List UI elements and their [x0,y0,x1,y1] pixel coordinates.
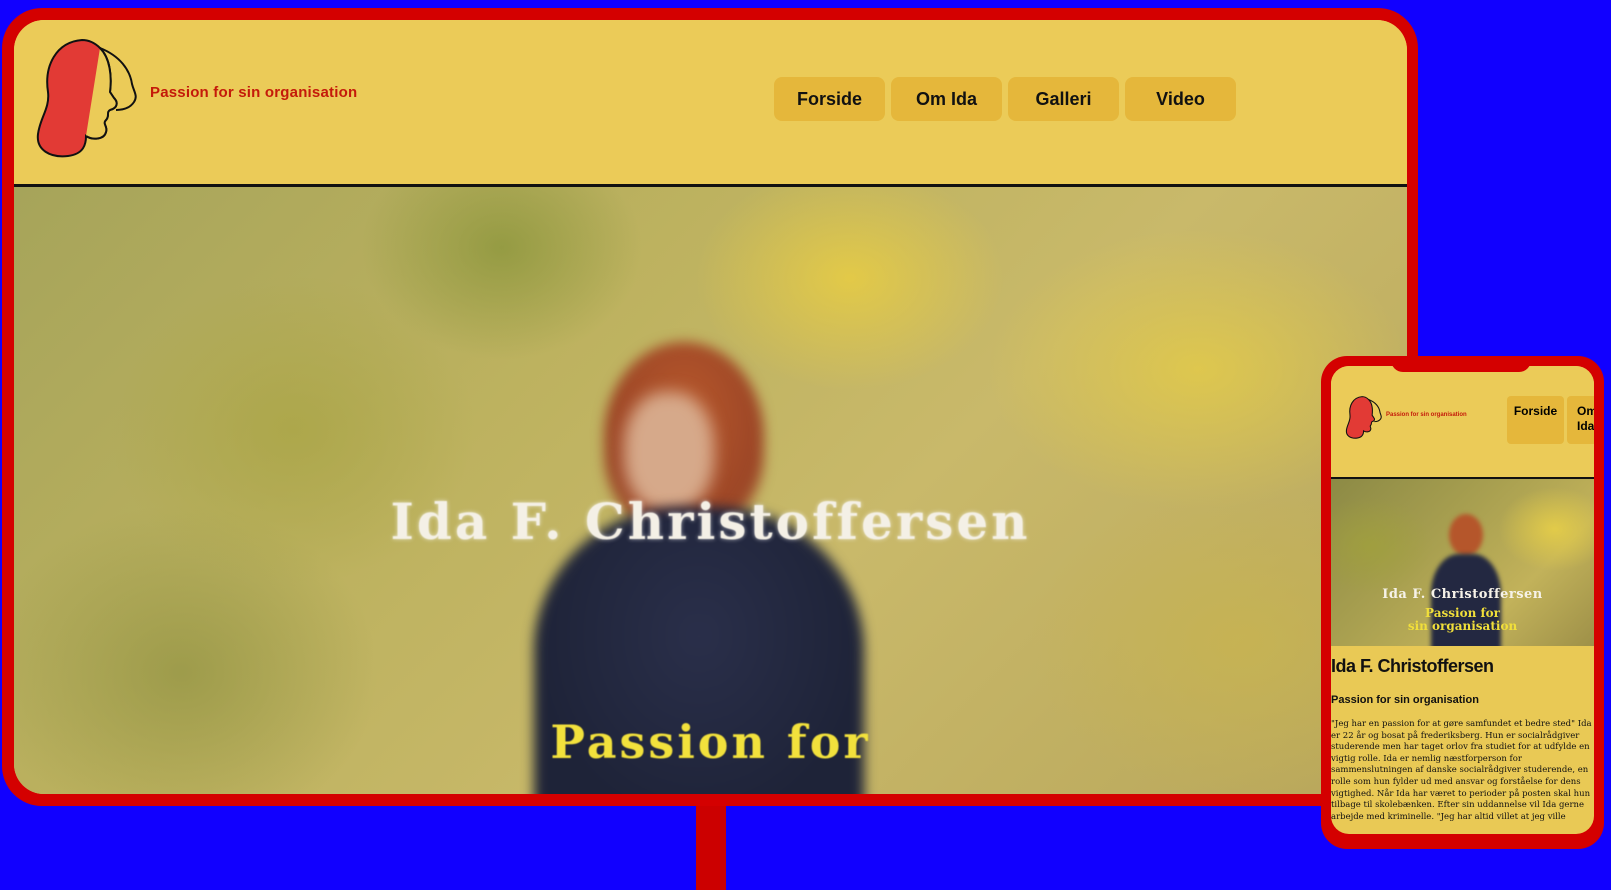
phone-hero-subtitle: Passion for sin organisation [1331,607,1594,633]
site-tagline: Passion for sin organisation [150,84,358,101]
phone-header: Passion for sin organisation Forside Om … [1331,366,1594,479]
phone-mockup: Passion for sin organisation Forside Om … [1321,356,1604,849]
logo-icon[interactable] [34,36,146,158]
phone-nav-forside[interactable]: Forside [1507,396,1564,444]
phone-nav-om-ida[interactable]: Om Ida [1567,396,1594,444]
monitor-stand [696,800,726,890]
hero-title: Ida F. Christoffersen [390,492,1031,551]
site-header: Passion for sin organisation Forside Om … [14,20,1407,187]
desktop-screen: Passion for sin organisation Forside Om … [14,20,1407,794]
desktop-mockup: Passion for sin organisation Forside Om … [2,8,1418,806]
phone-screen: Passion for sin organisation Forside Om … [1331,366,1594,834]
nav-video[interactable]: Video [1125,77,1236,121]
phone-hero-subtitle-line2: sin organisation [1407,619,1518,633]
nav-galleri[interactable]: Galleri [1008,77,1119,121]
hero-video[interactable]: Ida F. Christoffersen Passion for [14,187,1407,794]
phone-hero[interactable]: Ida F. Christoffersen Passion for sin or… [1331,479,1594,646]
phone-hero-title: Ida F. Christoffersen [1382,587,1543,602]
phone-notch [1391,356,1531,372]
phone-page-title: Ida F. Christoffersen [1331,656,1494,676]
phone-page-subtitle: Passion for sin organisation [1331,694,1479,706]
phone-logo-icon[interactable] [1345,388,1385,446]
phone-tagline: Passion for sin organisation [1386,412,1467,418]
main-nav: Forside Om Ida Galleri Video [774,77,1236,121]
nav-forside[interactable]: Forside [774,77,885,121]
phone-hero-hair [1449,514,1483,556]
hero-subtitle: Passion for [550,715,871,769]
nav-om-ida[interactable]: Om Ida [891,77,1002,121]
phone-body-text: "Jeg har en passion for at gøre samfunde… [1331,719,1592,822]
